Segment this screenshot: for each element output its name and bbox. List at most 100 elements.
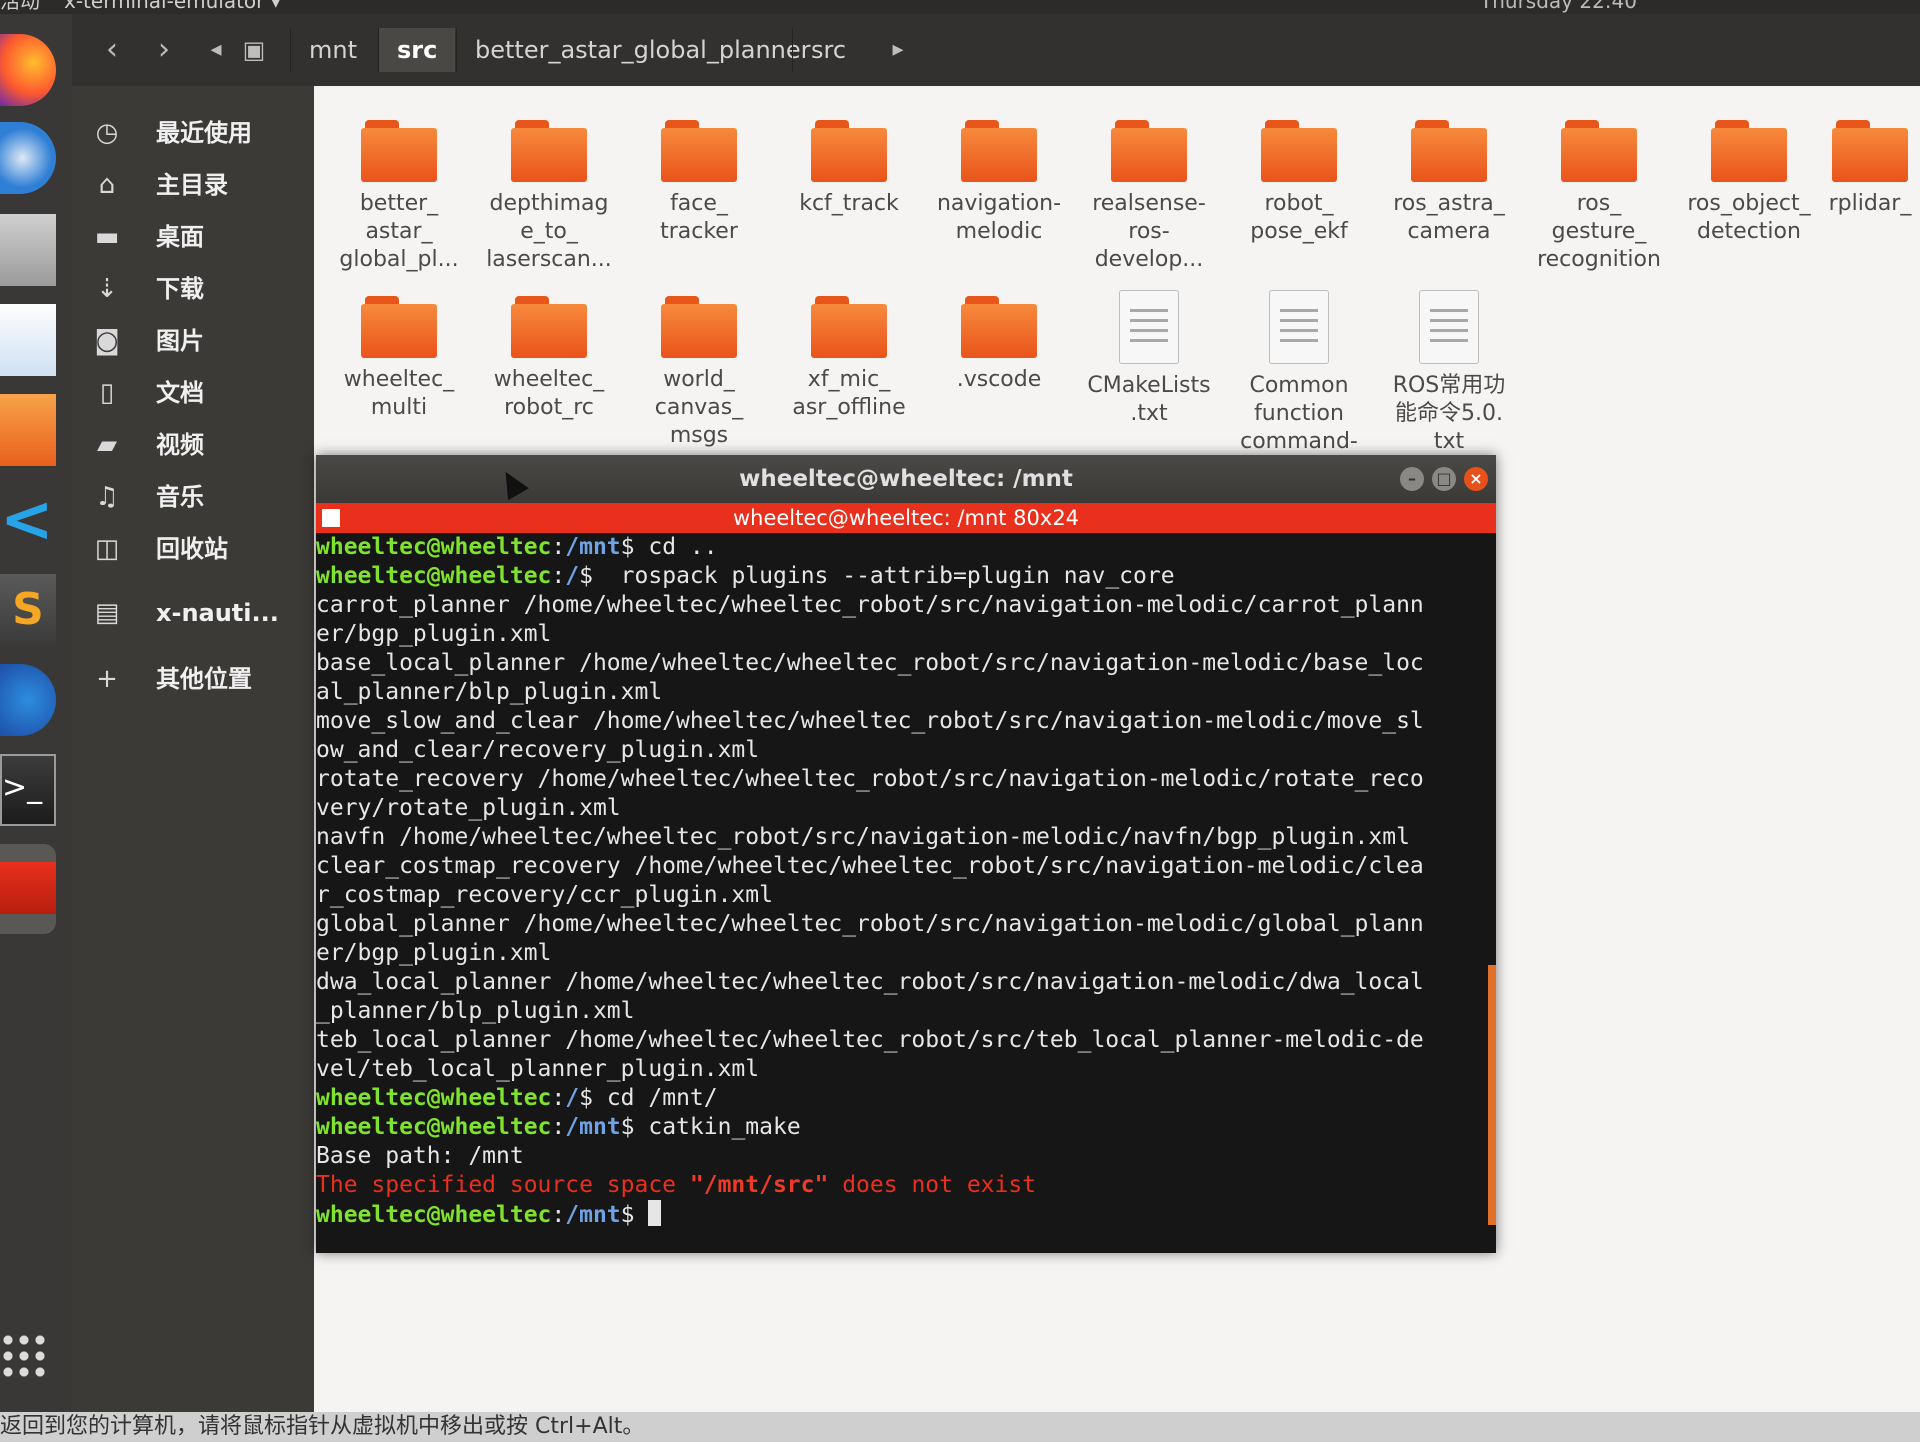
folder-icon (1111, 120, 1187, 182)
file-name: Common function command- WHEELTEC- (1240, 373, 1358, 454)
terminal-line: vel/teb_local_planner_plugin.xml (316, 1055, 1488, 1084)
sidebar-item-music[interactable]: ♫ 音乐 (72, 474, 314, 520)
file-item[interactable]: Common function command- WHEELTEC- (1224, 276, 1374, 456)
file-name: navigation- melodic (936, 191, 1062, 244)
close-button[interactable]: × (1464, 467, 1488, 491)
sidebar-item-other-locations[interactable]: + 其他位置 (72, 656, 314, 702)
folder-item[interactable]: better_ astar_ global_pl... (324, 100, 474, 274)
terminal-icon[interactable]: >_ (0, 754, 56, 826)
vm-hint-text: 返回到您的计算机，请将鼠标指针从虚拟机中移出或按 Ctrl+Alt。 (0, 1414, 645, 1439)
sidebar-item-pictures[interactable]: ◙ 图片 (72, 318, 314, 364)
firefox-icon[interactable] (0, 34, 56, 106)
folder-item[interactable]: depthimag e_to_ laserscan... (474, 100, 624, 274)
prompt-user: wheeltec@wheeltec (316, 563, 552, 589)
forward-button[interactable]: › (146, 32, 182, 68)
folder-item[interactable]: wheeltec_ multi (324, 276, 474, 422)
terminal-titlebar[interactable]: wheeltec@wheeltec: /mnt – □ × (316, 455, 1496, 503)
file-name: better_ astar_ global_pl... (339, 191, 459, 272)
breadcrumb-src[interactable]: src (378, 28, 456, 72)
folder-item[interactable]: ros_object_ detection (1674, 100, 1824, 246)
files-icon[interactable] (0, 214, 56, 286)
output-text: Base path: /mnt (316, 1143, 524, 1169)
dock: < S >_ (0, 14, 72, 1412)
folder-icon (961, 120, 1037, 182)
folder-item[interactable]: wheeltec_ robot_rc (474, 276, 624, 422)
sidebar-item-trash[interactable]: ◫ 回收站 (72, 526, 314, 572)
folder-item[interactable]: realsense- ros- develop... (1074, 100, 1224, 274)
sidebar-item-label: 视频 (156, 431, 204, 459)
command-text: cd /mnt/ (592, 1085, 718, 1111)
file-item[interactable]: CMakeLists .txt (1074, 276, 1224, 428)
places-sidebar: ◷ 最近使用 ⌂ 主目录 ▬ 桌面 ⇣ 下载 ◙ 图片 ▯ 文档 ▰ 视频 ♫ … (72, 86, 314, 1412)
presentation-icon[interactable] (0, 844, 56, 934)
terminal-line: very/rotate_plugin.xml (316, 794, 1488, 823)
terminal-menu-icon[interactable] (322, 509, 340, 527)
file-name: xf_mic_ asr_offline (792, 367, 906, 420)
maximize-button[interactable]: □ (1432, 467, 1456, 491)
folder-item[interactable]: kcf_track (774, 100, 924, 218)
folder-icon (661, 120, 737, 182)
trash-icon: ◫ (94, 534, 120, 564)
folder-item[interactable]: robot_ pose_ekf (1224, 100, 1374, 246)
drive-icon[interactable]: ▣ (236, 32, 272, 68)
error-text: The specified source space (316, 1172, 690, 1198)
minimize-button[interactable]: – (1400, 467, 1424, 491)
crumb-scroll-left-button[interactable]: ◂ (198, 32, 234, 68)
sidebar-item-videos[interactable]: ▰ 视频 (72, 422, 314, 468)
sidebar-item-desktop[interactable]: ▬ 桌面 (72, 214, 314, 260)
folder-icon (1561, 120, 1637, 182)
breadcrumb-mnt[interactable]: mnt (290, 28, 375, 72)
folder-item[interactable]: navigation- melodic (924, 100, 1074, 246)
terminal-line: ow_and_clear/recovery_plugin.xml (316, 736, 1488, 765)
file-item[interactable]: ROS常用功 能命令5.0. txt (1374, 276, 1524, 456)
activities-button[interactable]: 活动 (0, 0, 40, 11)
sidebar-item-downloads[interactable]: ⇣ 下载 (72, 266, 314, 312)
sidebar-item-documents[interactable]: ▯ 文档 (72, 370, 314, 416)
thunderbird-icon[interactable] (0, 122, 56, 194)
vscode-icon[interactable]: < (0, 484, 56, 556)
terminal-output[interactable]: wheeltec@wheeltec:/mnt$ cd .. wheeltec@wh… (316, 533, 1488, 1253)
command-text: catkin_make (634, 1114, 801, 1140)
folder-item[interactable]: ros_ gesture_ recognition (1524, 100, 1674, 274)
folder-item[interactable]: world_ canvas_ msgs (624, 276, 774, 450)
software-icon[interactable] (0, 394, 56, 466)
back-button[interactable]: ‹ (94, 32, 130, 68)
prompt-dollar: $ (579, 1085, 593, 1111)
output-text: clear_costmap_recovery /home/wheeltec/wh… (316, 853, 1424, 879)
folder-icon (961, 296, 1037, 358)
sidebar-item-home[interactable]: ⌂ 主目录 (72, 162, 314, 208)
folder-item[interactable]: face_ tracker (624, 100, 774, 246)
crumb-scroll-right-button[interactable]: ▸ (880, 32, 916, 68)
terminal-scrollbar[interactable] (1488, 965, 1496, 1225)
sublime-icon[interactable]: S (0, 574, 56, 646)
folder-item[interactable]: ros_astra_ camera (1374, 100, 1524, 246)
sidebar-item-label: 回收站 (156, 535, 228, 563)
sidebar-item-label: 图片 (156, 327, 204, 355)
terminal-line: rotate_recovery /home/wheeltec/wheeltec_… (316, 765, 1488, 794)
app-menu[interactable]: x-terminal-emulator ▾ (64, 0, 281, 11)
folder-item[interactable]: rplidar_ (1820, 100, 1920, 218)
sidebar-item-recent[interactable]: ◷ 最近使用 (72, 110, 314, 156)
breadcrumb-better-astar[interactable]: better_astar_global_planner (456, 28, 829, 72)
folder-item[interactable]: xf_mic_ asr_offline (774, 276, 924, 422)
folder-icon (511, 296, 587, 358)
folder-icon (361, 296, 437, 358)
clock-icon: ◷ (95, 118, 119, 148)
prompt-dollar: $ (620, 1202, 635, 1228)
drive-icon: ▤ (94, 598, 120, 628)
clion-icon[interactable] (0, 664, 56, 736)
terminal-window[interactable]: wheeltec@wheeltec: /mnt – □ × wheeltec@w… (316, 455, 1496, 1253)
folder-icon (1411, 120, 1487, 182)
sidebar-item-drive[interactable]: ▤ x-nauti... (72, 590, 314, 636)
folder-icon (511, 120, 587, 182)
plus-icon: + (96, 664, 118, 694)
file-name: .vscode (956, 367, 1042, 392)
file-name: rplidar_ (1828, 191, 1912, 216)
writer-icon[interactable] (0, 304, 56, 376)
breadcrumb-src-2[interactable]: src (792, 28, 864, 72)
clock[interactable]: Thursday 22:40 (1480, 0, 1637, 11)
folder-icon (811, 296, 887, 358)
apps-grid-icon[interactable] (0, 1332, 48, 1380)
file-name: wheeltec_ multi (343, 367, 455, 420)
folder-item[interactable]: .vscode (924, 276, 1074, 394)
